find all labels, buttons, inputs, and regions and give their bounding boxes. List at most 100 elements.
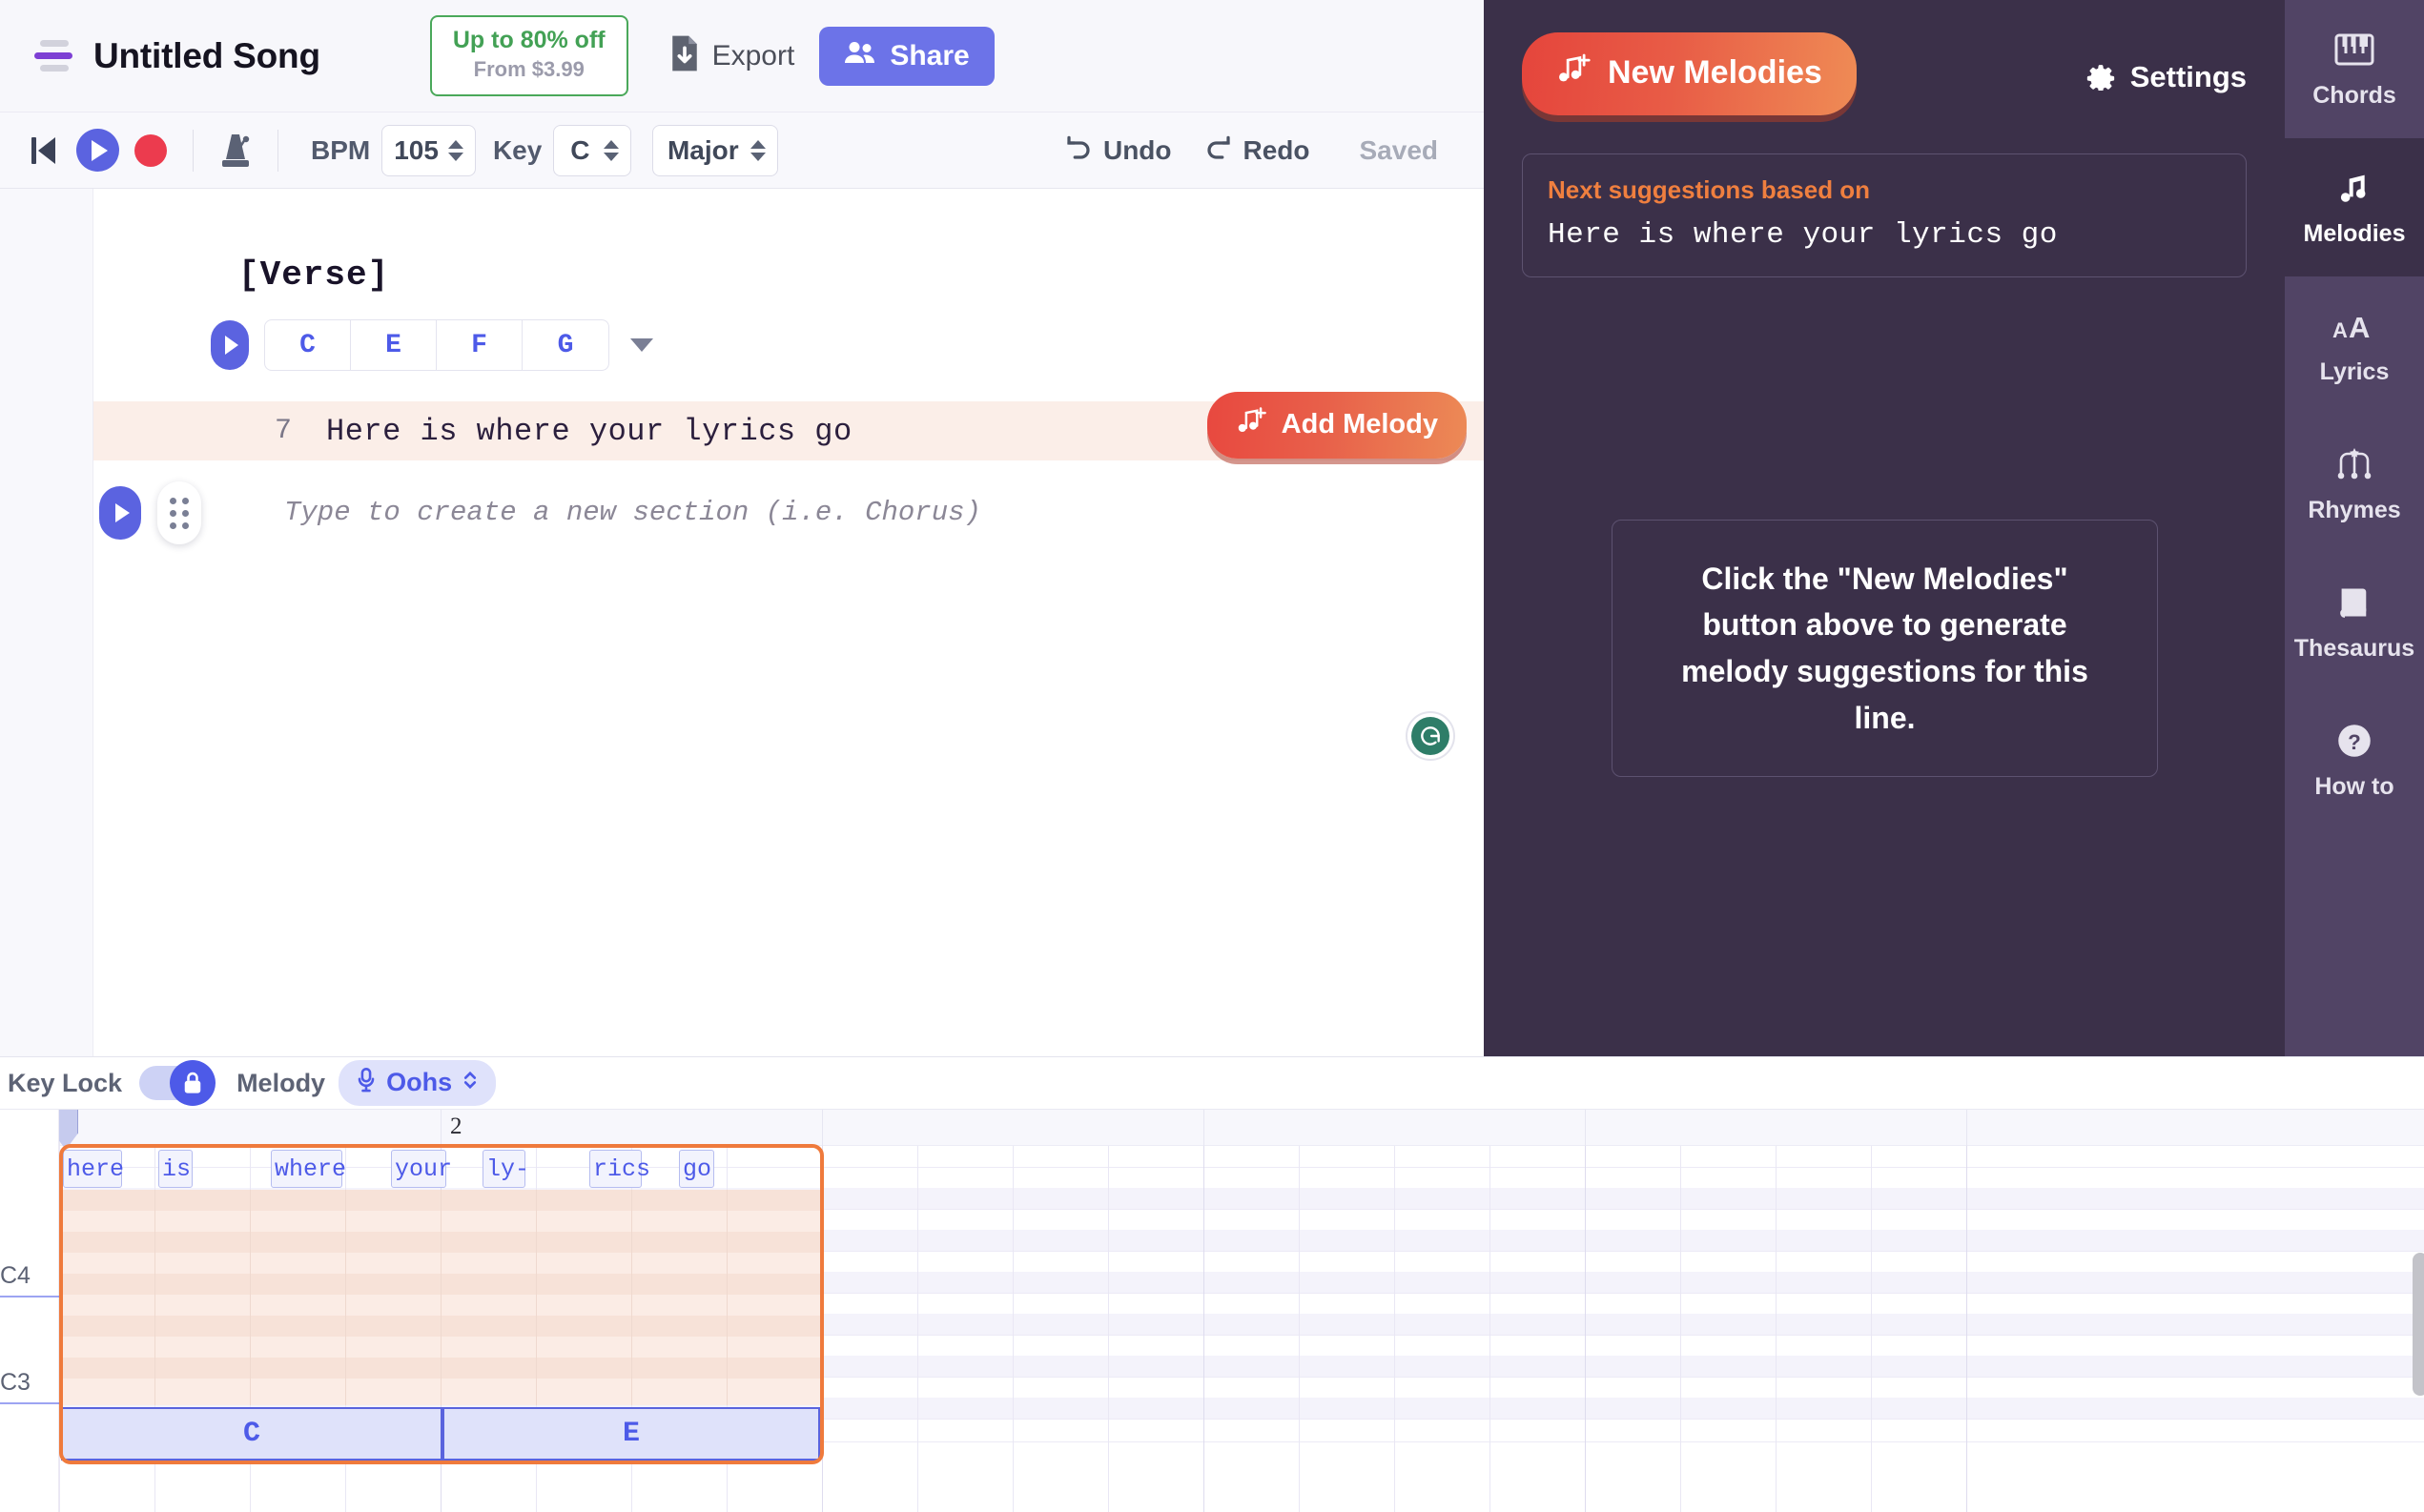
chevron-down-icon[interactable] bbox=[630, 338, 653, 352]
record-button[interactable] bbox=[124, 124, 177, 177]
promo-badge[interactable]: Up to 80% off From $3.99 bbox=[429, 14, 628, 97]
redo-label: Redo bbox=[1243, 134, 1310, 165]
sidebar-item-label: How to bbox=[2314, 773, 2394, 800]
redo-icon bbox=[1204, 133, 1233, 167]
vertical-scrollbar[interactable] bbox=[2413, 1253, 2424, 1396]
undo-button[interactable]: Undo bbox=[1064, 133, 1172, 167]
voice-select[interactable]: Oohs bbox=[339, 1060, 497, 1106]
page-title[interactable]: Untitled Song bbox=[93, 36, 320, 76]
grammarly-icon bbox=[1411, 717, 1449, 755]
piano-icon bbox=[2333, 29, 2375, 71]
key-value[interactable]: C bbox=[565, 135, 594, 166]
chord-chip[interactable]: E bbox=[351, 320, 437, 370]
sidebar-item-lyrics[interactable]: A A Lyrics bbox=[2285, 276, 2424, 415]
promo-discount-text: Up to 80% off bbox=[452, 26, 606, 53]
piano-roll-panel: Key Lock Melody Oohs C4 C3 2 here is whe… bbox=[0, 1056, 2424, 1512]
syllable-chip[interactable]: rics bbox=[589, 1150, 650, 1188]
bpm-stepper[interactable]: 105 bbox=[381, 124, 476, 176]
syllable-chip[interactable]: here bbox=[63, 1150, 124, 1188]
svg-text:?: ? bbox=[2348, 730, 2361, 754]
settings-label: Settings bbox=[2129, 59, 2247, 93]
scale-stepper[interactable]: Major bbox=[652, 124, 779, 176]
settings-button[interactable]: Settings bbox=[2085, 58, 2247, 95]
editor-column: Untitled Song Up to 80% off From $3.99 E… bbox=[0, 0, 1484, 1056]
sidebar-item-label: Chords bbox=[2312, 82, 2396, 109]
syllable-chip[interactable]: is bbox=[158, 1150, 193, 1188]
promo-price-text: From $3.99 bbox=[473, 56, 585, 81]
sidebar-item-label: Thesaurus bbox=[2293, 635, 2415, 662]
chord-chip[interactable]: G bbox=[523, 320, 608, 370]
skip-to-start-button[interactable] bbox=[17, 124, 71, 177]
bar-ruler[interactable]: 2 bbox=[59, 1110, 2424, 1146]
sidebar-item-melodies[interactable]: Melodies bbox=[2285, 138, 2424, 276]
music-note-plus-icon bbox=[1236, 405, 1268, 443]
chord-chip[interactable]: C bbox=[265, 320, 351, 370]
bpm-label: BPM bbox=[311, 134, 371, 165]
section-title[interactable]: [Verse] bbox=[238, 255, 1484, 295]
music-note-plus-icon bbox=[1556, 51, 1592, 94]
export-label: Export bbox=[711, 39, 795, 72]
sidebar-item-label: Rhymes bbox=[2308, 497, 2401, 523]
hamburger-menu-icon[interactable] bbox=[34, 40, 72, 72]
sidebar-item-how-to[interactable]: ? How to bbox=[2285, 691, 2424, 829]
melodies-panel-header: New Melodies Settings bbox=[1522, 0, 2247, 115]
new-melodies-button[interactable]: New Melodies bbox=[1522, 32, 1857, 115]
piano-roll-body: C4 C3 2 here is where your ly- rics go C… bbox=[0, 1109, 2424, 1512]
key-label: Key bbox=[492, 134, 543, 165]
toolbar-divider-1 bbox=[193, 129, 194, 172]
bpm-caret-icon[interactable] bbox=[447, 139, 463, 161]
key-lock-toggle[interactable] bbox=[139, 1060, 216, 1106]
chord-block[interactable]: E bbox=[442, 1407, 820, 1461]
voice-value: Oohs bbox=[386, 1068, 453, 1096]
lyric-sheet: [Verse] C E F G 7 Here is where your lyr… bbox=[93, 189, 1484, 1056]
lyric-line-text[interactable]: Here is where your lyrics go bbox=[326, 414, 853, 449]
bpm-value[interactable]: 105 bbox=[394, 135, 439, 166]
pitch-key-column: C4 C3 bbox=[0, 1110, 59, 1512]
chord-chip[interactable]: F bbox=[437, 320, 523, 370]
melody-hint-card: Click the "New Melodies" button above to… bbox=[1612, 520, 2158, 777]
pitch-label-c4: C4 bbox=[0, 1262, 31, 1289]
play-button[interactable] bbox=[71, 124, 124, 177]
book-icon bbox=[2336, 582, 2373, 623]
pitch-tick-c3 bbox=[0, 1402, 59, 1404]
microphone-icon bbox=[356, 1067, 377, 1098]
undo-icon bbox=[1064, 133, 1093, 167]
melody-hint-text: Click the "New Melodies" button above to… bbox=[1681, 561, 2088, 735]
share-button[interactable]: Share bbox=[819, 26, 995, 86]
lyric-line-row[interactable]: 7 Here is where your lyrics go Add Melod… bbox=[93, 392, 1484, 460]
new-section-placeholder[interactable]: Type to create a new section (i.e. Choru… bbox=[284, 497, 1484, 528]
melodies-panel: New Melodies Settings Next suggestions b… bbox=[1484, 0, 2285, 1056]
add-melody-button[interactable]: Add Melody bbox=[1206, 392, 1467, 459]
redo-button[interactable]: Redo bbox=[1204, 133, 1310, 167]
syllable-chip[interactable]: ly- bbox=[483, 1150, 529, 1188]
section-drag-handle[interactable] bbox=[157, 481, 201, 544]
export-button[interactable]: Export bbox=[668, 34, 795, 77]
scale-value[interactable]: Major bbox=[665, 135, 741, 166]
question-icon: ? bbox=[2336, 720, 2373, 762]
pitch-tick-c4 bbox=[0, 1296, 59, 1297]
rhymes-icon bbox=[2333, 443, 2375, 485]
metronome-icon bbox=[216, 131, 255, 171]
chord-play-button[interactable] bbox=[211, 320, 249, 370]
sidebar-item-thesaurus[interactable]: Thesaurus bbox=[2285, 553, 2424, 691]
gear-icon bbox=[2085, 58, 2117, 95]
syllable-chip[interactable]: your bbox=[391, 1150, 452, 1188]
chord-chip-group: C E F G bbox=[264, 319, 609, 371]
scale-caret-icon[interactable] bbox=[750, 139, 767, 161]
metronome-button[interactable] bbox=[209, 124, 262, 177]
save-status: Saved bbox=[1359, 134, 1439, 165]
section-play-button[interactable] bbox=[99, 486, 141, 540]
key-caret-icon[interactable] bbox=[604, 139, 620, 161]
text-size-icon: A A bbox=[2332, 305, 2376, 347]
toolbar-right-group: Undo Redo Saved bbox=[1064, 133, 1467, 167]
sidebar-item-rhymes[interactable]: Rhymes bbox=[2285, 415, 2424, 553]
chord-block[interactable]: C bbox=[61, 1407, 442, 1461]
key-lock-label: Key Lock bbox=[8, 1068, 123, 1097]
key-stepper[interactable]: C bbox=[553, 124, 632, 176]
transport-toolbar: BPM 105 Key C Major Undo Redo Saved bbox=[0, 112, 1484, 189]
syllable-chip[interactable]: where bbox=[271, 1150, 346, 1188]
sidebar-item-chords[interactable]: Chords bbox=[2285, 0, 2424, 138]
grammarly-button[interactable] bbox=[1406, 711, 1455, 761]
piano-roll-grid[interactable]: 2 here is where your ly- rics go C E bbox=[59, 1110, 2424, 1512]
syllable-chip[interactable]: go bbox=[679, 1150, 714, 1188]
